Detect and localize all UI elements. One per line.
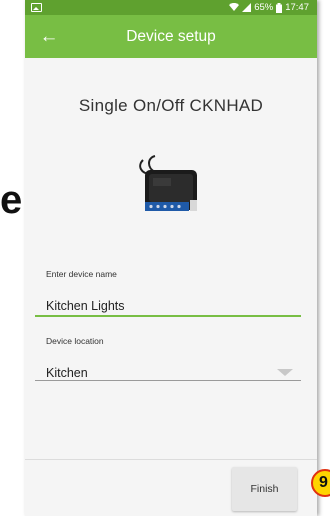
phone-screen: 65% 17:47 ← Device setup Single On/Off C…: [25, 0, 317, 516]
device-title: Single On/Off CKNHAD: [78, 96, 264, 115]
device-module-image: [139, 155, 197, 211]
device-name-input[interactable]: Kitchen Lights: [46, 299, 125, 313]
backdrop-text: e: [0, 178, 23, 222]
device-location-select[interactable]: Kitchen: [46, 366, 88, 380]
wifi-icon: [229, 3, 240, 11]
finish-button[interactable]: Finish: [232, 467, 297, 511]
footer-divider: [25, 459, 317, 460]
battery-percent: 65%: [254, 2, 274, 13]
device-name-label: Enter device name: [46, 269, 117, 279]
app-bar: ← Device setup: [25, 15, 317, 58]
device-location-underline: [35, 380, 301, 381]
signal-icon: [242, 3, 252, 12]
battery-icon: [276, 2, 283, 13]
dropdown-arrow-icon[interactable]: [277, 369, 293, 376]
status-time: 17:47: [285, 2, 309, 13]
gallery-icon: [31, 3, 42, 12]
status-bar: 65% 17:47: [25, 0, 317, 15]
device-name-underline: [35, 315, 301, 317]
device-location-label: Device location: [46, 336, 104, 346]
page-title: Device setup: [126, 28, 216, 45]
